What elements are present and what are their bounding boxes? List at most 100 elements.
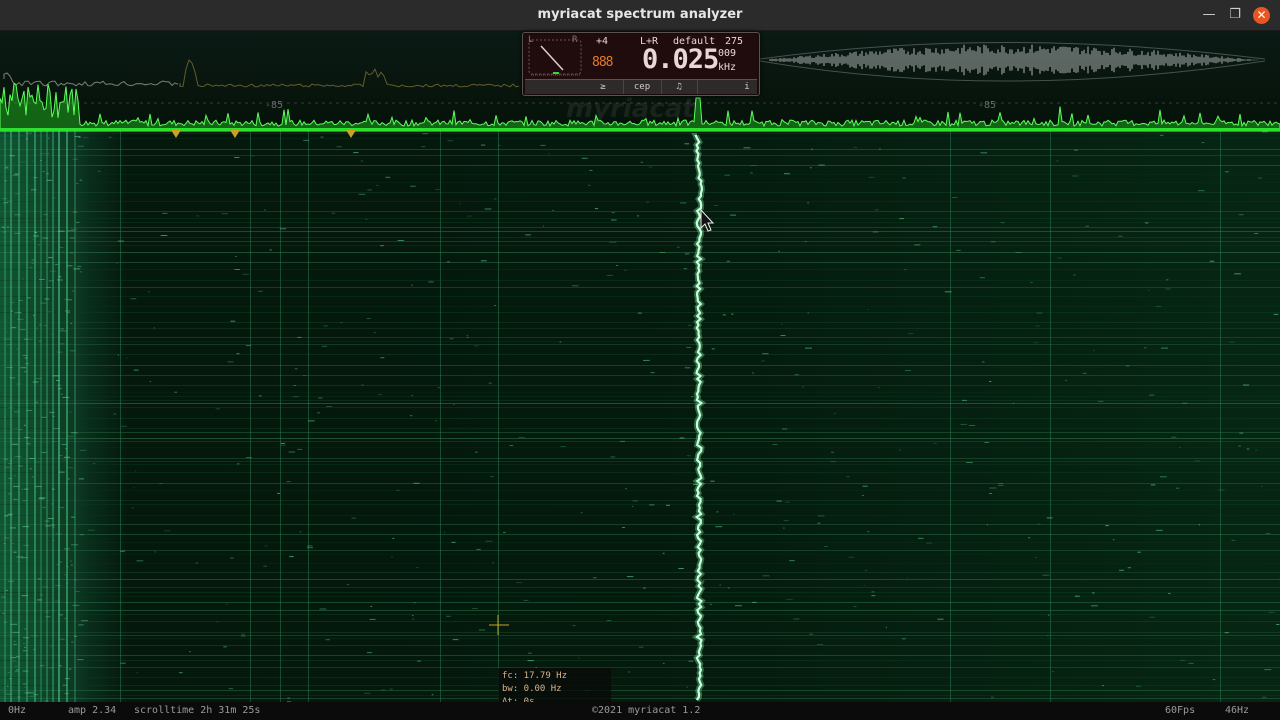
waterfall-speckle-dot — [19, 161, 26, 163]
waterfall-speckle-dot — [67, 566, 69, 568]
waterfall-speckle-dot — [14, 411, 19, 413]
waterfall-speckle-dot — [52, 375, 60, 377]
waterfall-speckle-dot — [71, 228, 78, 230]
waterfall-band — [0, 638, 1280, 639]
waterfall-speckle-dot — [79, 271, 83, 273]
waterfall-band — [0, 592, 1280, 593]
waterfall-speckle-dot — [611, 219, 617, 221]
waterfall-band — [0, 392, 1280, 393]
waterfall-band — [0, 458, 1280, 459]
waterfall-speckle-dot — [154, 551, 157, 553]
waterfall-speckle-dot — [1258, 177, 1262, 179]
waterfall-speckle-dot — [58, 471, 65, 473]
waterfall-speckle-dot — [581, 157, 588, 159]
waterfall-speckle-dot — [3, 537, 10, 539]
minimize-button[interactable]: — — [1201, 7, 1217, 23]
waterfall-speckle-dot — [7, 200, 13, 202]
waterfall-speckle-dot — [164, 530, 171, 532]
meter-info-button[interactable]: i — [738, 80, 756, 94]
waterfall-speckle-dot — [280, 444, 286, 446]
waterfall-speckle-dot — [136, 672, 138, 674]
analyzer-canvas[interactable]: -85 -85 myriacat — [0, 31, 1280, 702]
waterfall-speckle-dot — [494, 305, 496, 306]
waterfall-speckle-dot — [899, 218, 905, 220]
close-button[interactable]: ✕ — [1253, 7, 1270, 24]
waterfall-speckle-dot — [14, 670, 19, 672]
waterfall-speckle-dot — [1035, 556, 1037, 558]
waterfall-harmonic-line — [1050, 131, 1051, 702]
waterfall-speckle-dot — [120, 550, 126, 552]
waterfall-speckle-dot — [643, 359, 650, 361]
waterfall-speckle-dot — [1135, 685, 1142, 687]
waterfall-speckle-dot — [34, 461, 40, 463]
waterfall-speckle-dot — [606, 620, 612, 622]
waterfall-speckle-dot — [37, 578, 41, 580]
waterfall-speckle-dot — [1047, 614, 1050, 616]
waterfall-speckle-dot — [133, 487, 135, 489]
waterfall-speckle-dot — [1035, 325, 1040, 327]
waterfall-speckle-dot — [134, 470, 137, 472]
waterfall-band — [0, 231, 1280, 232]
waterfall-speckle-dot — [56, 384, 62, 386]
waterfall-speckle-dot — [52, 526, 55, 528]
waterfall-speckle-dot — [542, 225, 545, 227]
waterfall-speckle-dot — [1171, 436, 1177, 438]
meter-music-button[interactable]: ♫ — [661, 80, 698, 94]
channel-right-label: R — [572, 35, 578, 45]
waterfall-speckle-dot — [1150, 484, 1156, 486]
waterfall-speckle-dot — [235, 256, 237, 257]
waterfall-band — [0, 287, 1280, 288]
meter-threshold-button[interactable]: ≥ — [583, 80, 624, 94]
analyzer-view[interactable]: -85 -85 myriacat L R +4 L+R default 275 … — [0, 31, 1280, 712]
waterfall-speckle-dot — [48, 280, 54, 282]
waterfall-speckle-dot — [493, 198, 497, 200]
waterfall-speckle-dot — [937, 618, 944, 620]
waterfall-speckle-dot — [30, 189, 37, 191]
waterfall-speckle-dot — [39, 279, 45, 280]
waterfall-speckle-dot — [45, 525, 51, 527]
waterfall-speckle-dot — [990, 241, 996, 243]
waterfall-speckle-dot — [1165, 288, 1171, 290]
waterfall-speckle-dot — [1238, 214, 1244, 216]
waterfall-speckle-dot — [381, 689, 386, 691]
waterfall-harmonic-line — [58, 131, 60, 702]
waterfall-speckle-dot — [578, 657, 580, 659]
waterfall-speckle-dot — [781, 323, 783, 325]
waterfall-speckle-dot — [711, 348, 715, 350]
waterfall-speckle-dot — [1030, 282, 1033, 283]
waterfall-speckle-dot — [1000, 222, 1005, 224]
frequency-meter-widget[interactable]: L R +4 L+R default 275 888 0.025 009 kHz… — [522, 32, 760, 96]
waterfall-speckle-dot — [46, 173, 49, 175]
maximize-button[interactable]: ❐ — [1227, 7, 1243, 23]
waterfall-speckle-dot — [133, 369, 139, 371]
status-min-frequency: 0Hz — [8, 705, 27, 716]
waterfall-speckle-dot — [1034, 342, 1039, 344]
waterfall-speckle-dot — [1056, 160, 1059, 162]
waterfall-speckle-dot — [14, 173, 20, 175]
waterfall-band — [0, 695, 1280, 696]
waterfall-speckle-dot — [22, 500, 27, 502]
waterfall-speckle-dot — [7, 514, 13, 516]
waterfall-speckle-dot — [980, 152, 988, 154]
waterfall-speckle-dot — [991, 696, 994, 698]
waterfall-band — [0, 296, 1280, 297]
waterfall-speckle-dot — [1046, 517, 1053, 519]
meter-cepstrum-button[interactable]: cep — [623, 80, 662, 94]
waterfall-speckle-dot — [7, 493, 12, 495]
waterfall-speckle-dot — [48, 137, 50, 139]
waterfall-speckle-dot — [196, 215, 200, 217]
waterfall-speckle-dot — [16, 669, 19, 671]
status-amplitude[interactable]: amp 2.34 — [68, 704, 116, 718]
waterfall-speckle-dot — [525, 234, 531, 236]
low-frequency-glow — [0, 131, 90, 702]
waterfall-speckle-dot — [60, 638, 65, 640]
waterfall-speckle-dot — [485, 540, 493, 542]
waterfall-speckle-dot — [986, 524, 989, 526]
waterfall-harmonic-line — [440, 131, 441, 702]
waterfall-band — [0, 645, 1280, 646]
waterfall-band — [0, 579, 1280, 580]
status-scrolltime[interactable]: scrolltime 2h 31m 25s — [134, 704, 260, 718]
waterfall-speckle-dot — [78, 478, 84, 480]
waterfall-speckle-dot — [446, 261, 450, 263]
waterfall-speckle-dot — [735, 605, 742, 607]
